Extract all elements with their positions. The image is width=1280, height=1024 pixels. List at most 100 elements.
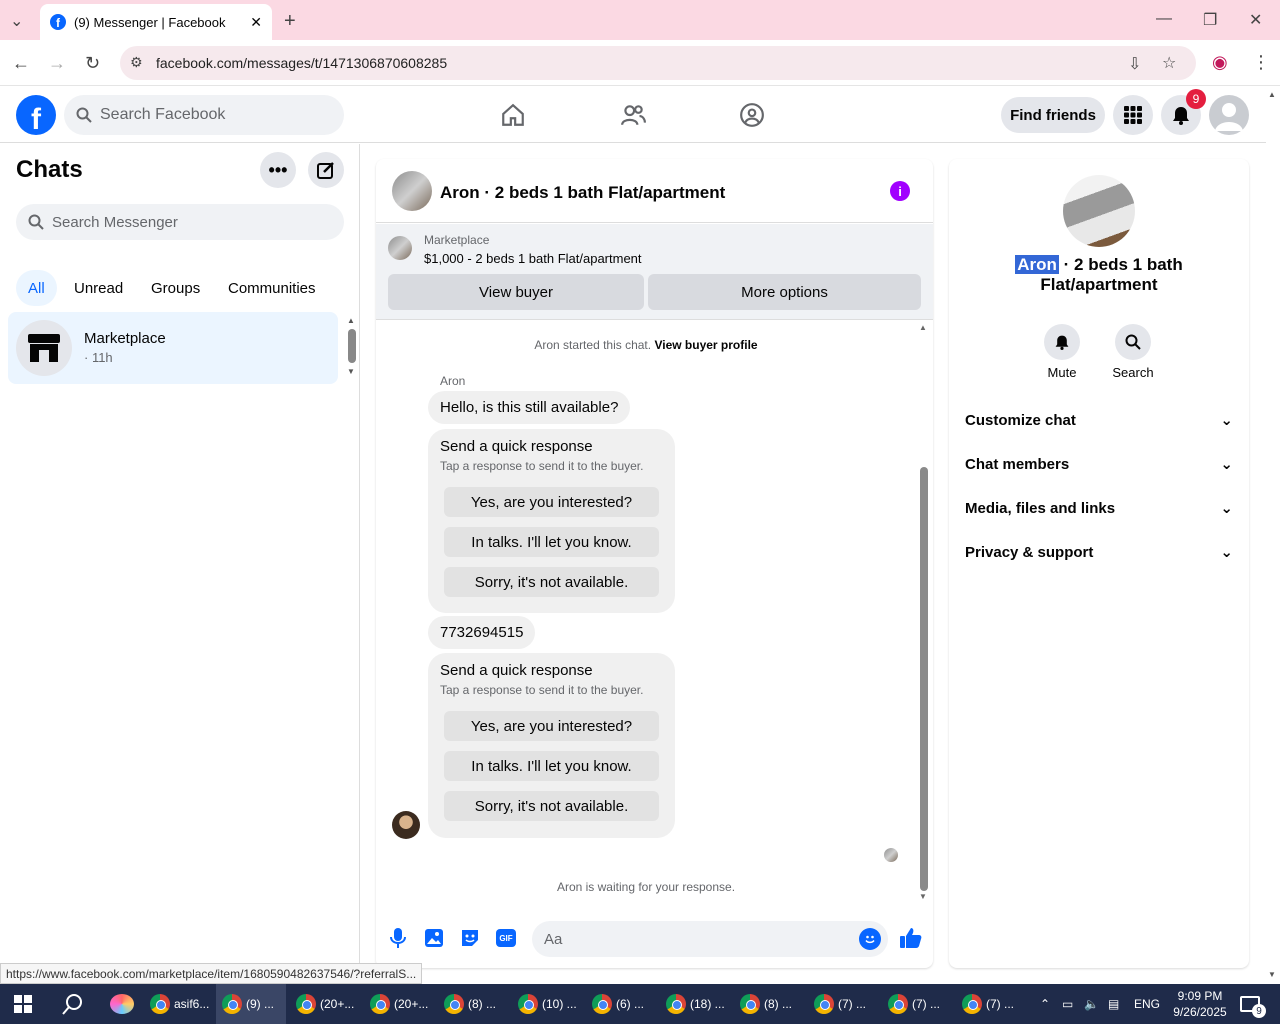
forward-icon[interactable]: → [48, 53, 66, 74]
windows-start-icon[interactable] [8, 984, 32, 1024]
messenger-search-input[interactable]: Search Messenger [16, 204, 344, 240]
view-buyer-button[interactable]: View buyer [388, 274, 644, 310]
quick-reply-in-talks-button[interactable]: In talks. I'll let you know. [444, 751, 659, 781]
tab-close-icon[interactable]: ✕ [250, 14, 262, 31]
quick-reply-not-available-button[interactable]: Sorry, it's not available. [444, 791, 659, 821]
tab-search-icon[interactable]: ⌄ [10, 11, 23, 31]
account-avatar[interactable] [1209, 95, 1249, 135]
emoji-icon[interactable] [859, 928, 881, 950]
taskbar-chrome-window[interactable]: asif6... [144, 984, 214, 1024]
taskbar-app-icon[interactable] [104, 984, 134, 1024]
customize-chat-row[interactable]: Customize chat ⌄ [965, 402, 1233, 438]
new-message-icon[interactable] [308, 152, 344, 188]
chrome-icon [814, 994, 834, 1014]
page-scroll-down-arrow[interactable]: ▼ [1268, 970, 1276, 979]
photo-icon[interactable] [424, 928, 444, 953]
page-scroll-up-arrow[interactable]: ▲ [1268, 90, 1276, 99]
filter-all[interactable]: All [16, 270, 57, 306]
reload-icon[interactable]: ↻ [85, 53, 100, 74]
search-label[interactable]: Search [1103, 365, 1163, 380]
back-icon[interactable]: ← [12, 53, 30, 74]
quick-reply-in-talks-button[interactable]: In talks. I'll let you know. [444, 527, 659, 557]
gif-icon[interactable]: GIF [496, 929, 516, 947]
menu-grid-icon[interactable] [1113, 95, 1153, 135]
friends-icon[interactable] [617, 99, 649, 131]
new-tab-icon[interactable]: + [284, 10, 296, 33]
facebook-search-input[interactable]: Search Facebook [64, 95, 344, 135]
buyer-avatar[interactable] [392, 811, 420, 839]
taskbar-chrome-window[interactable]: (7) ... [956, 984, 1026, 1024]
details-name-highlight: Aron [1015, 255, 1059, 274]
message-bubble[interactable]: 7732694515 [428, 616, 536, 649]
filter-unread[interactable]: Unread [62, 270, 135, 306]
chat-members-row[interactable]: Chat members ⌄ [965, 446, 1233, 482]
filter-groups[interactable]: Groups [139, 270, 212, 306]
window-close-icon[interactable]: ✕ [1249, 10, 1262, 30]
view-buyer-profile-link[interactable]: View buyer profile [654, 338, 757, 352]
conversation-scrollbar-thumb[interactable] [920, 467, 928, 891]
tray-language[interactable]: ENG [1128, 984, 1160, 1024]
scroll-up-arrow[interactable]: ▲ [919, 323, 927, 332]
conversation-title[interactable]: Aron · 2 beds 1 bath Flat/apartment [440, 183, 725, 203]
bookmark-star-icon[interactable]: ☆ [1162, 53, 1176, 73]
media-files-links-row[interactable]: Media, files and links ⌄ [965, 490, 1233, 526]
scroll-down-arrow[interactable]: ▼ [919, 892, 927, 901]
taskbar-chrome-window[interactable]: (7) ... [808, 984, 878, 1024]
listing-profile-photo[interactable] [1063, 175, 1135, 247]
quick-reply-not-available-button[interactable]: Sorry, it's not available. [444, 567, 659, 597]
message-bubble[interactable]: Hello, is this still available? [428, 391, 631, 424]
taskbar-chrome-window[interactable]: (18) ... [660, 984, 730, 1024]
taskbar-chrome-window[interactable]: (10) ... [512, 984, 582, 1024]
filter-communities[interactable]: Communities [216, 270, 328, 306]
info-icon[interactable]: i [890, 181, 910, 201]
more-options-icon[interactable]: ••• [260, 152, 296, 188]
quick-response-card: Send a quick response Tap a response to … [428, 653, 675, 838]
taskbar-window-label: asif6... [174, 997, 210, 1011]
more-options-button[interactable]: More options [648, 274, 921, 310]
taskbar-chrome-window-active[interactable]: (9) ... [216, 984, 286, 1024]
chevron-down-icon: ⌄ [1220, 544, 1233, 561]
minimize-icon[interactable]: — [1156, 10, 1172, 28]
site-info-icon[interactable]: ⚙ [130, 54, 143, 71]
tray-volume-icon[interactable]: 🔈 [1078, 984, 1099, 1024]
taskbar-search-icon[interactable] [56, 984, 84, 1024]
find-friends-button[interactable]: Find friends [1001, 97, 1105, 133]
tray-clock[interactable]: 9:09 PM 9/26/2025 [1166, 984, 1228, 1024]
taskbar-chrome-window[interactable]: (8) ... [438, 984, 508, 1024]
tray-notification-icon[interactable]: 9 [1234, 984, 1266, 1024]
restore-icon[interactable]: ❐ [1203, 10, 1217, 30]
groups-icon[interactable] [736, 99, 768, 131]
listing-text[interactable]: $1,000 - 2 beds 1 bath Flat/apartment [424, 251, 642, 266]
listing-avatar[interactable] [392, 171, 432, 211]
quick-reply-interested-button[interactable]: Yes, are you interested? [444, 487, 659, 517]
quick-reply-interested-button[interactable]: Yes, are you interested? [444, 711, 659, 741]
taskbar-chrome-window[interactable]: (6) ... [586, 984, 656, 1024]
facebook-logo-icon[interactable]: f [16, 95, 56, 135]
chat-name: Marketplace [84, 330, 166, 347]
home-icon[interactable] [497, 99, 529, 131]
url-field[interactable]: ⚙ facebook.com/messages/t/14713068706082… [120, 46, 1196, 80]
tray-network-icon[interactable]: ▤ [1102, 984, 1119, 1024]
taskbar-chrome-window[interactable]: (20+... [290, 984, 360, 1024]
chat-list-item-marketplace[interactable]: Marketplace · 11h [8, 312, 338, 384]
mute-label[interactable]: Mute [1032, 365, 1092, 380]
taskbar-chrome-window[interactable]: (8) ... [734, 984, 804, 1024]
like-thumb-icon[interactable] [899, 926, 923, 955]
tray-chevron-up-icon[interactable]: ⌃ [1034, 984, 1050, 1024]
privacy-support-row[interactable]: Privacy & support ⌄ [965, 534, 1233, 570]
profile-icon[interactable]: ◉ [1212, 52, 1228, 73]
mute-bell-icon[interactable] [1044, 324, 1080, 360]
search-conversation-icon[interactable] [1115, 324, 1151, 360]
taskbar-chrome-window[interactable]: (7) ... [882, 984, 952, 1024]
browser-menu-icon[interactable]: ⋮ [1252, 52, 1270, 73]
taskbar-chrome-window[interactable]: (20+... [364, 984, 434, 1024]
browser-tab[interactable]: f (9) Messenger | Facebook ✕ [40, 4, 272, 40]
message-input[interactable]: Aa [532, 921, 888, 957]
sticker-icon[interactable] [460, 928, 480, 953]
taskbar-window-label: (8) ... [764, 997, 793, 1011]
tray-meet-icon[interactable]: ▭ [1056, 984, 1073, 1024]
chat-list-scrollbar[interactable]: ▲ ▼ [347, 316, 356, 376]
microphone-icon[interactable] [390, 927, 406, 954]
install-app-icon[interactable]: ⇩ [1128, 54, 1141, 74]
browser-tab-bar: ⌄ f (9) Messenger | Facebook ✕ + — ❐ ✕ [0, 0, 1280, 40]
